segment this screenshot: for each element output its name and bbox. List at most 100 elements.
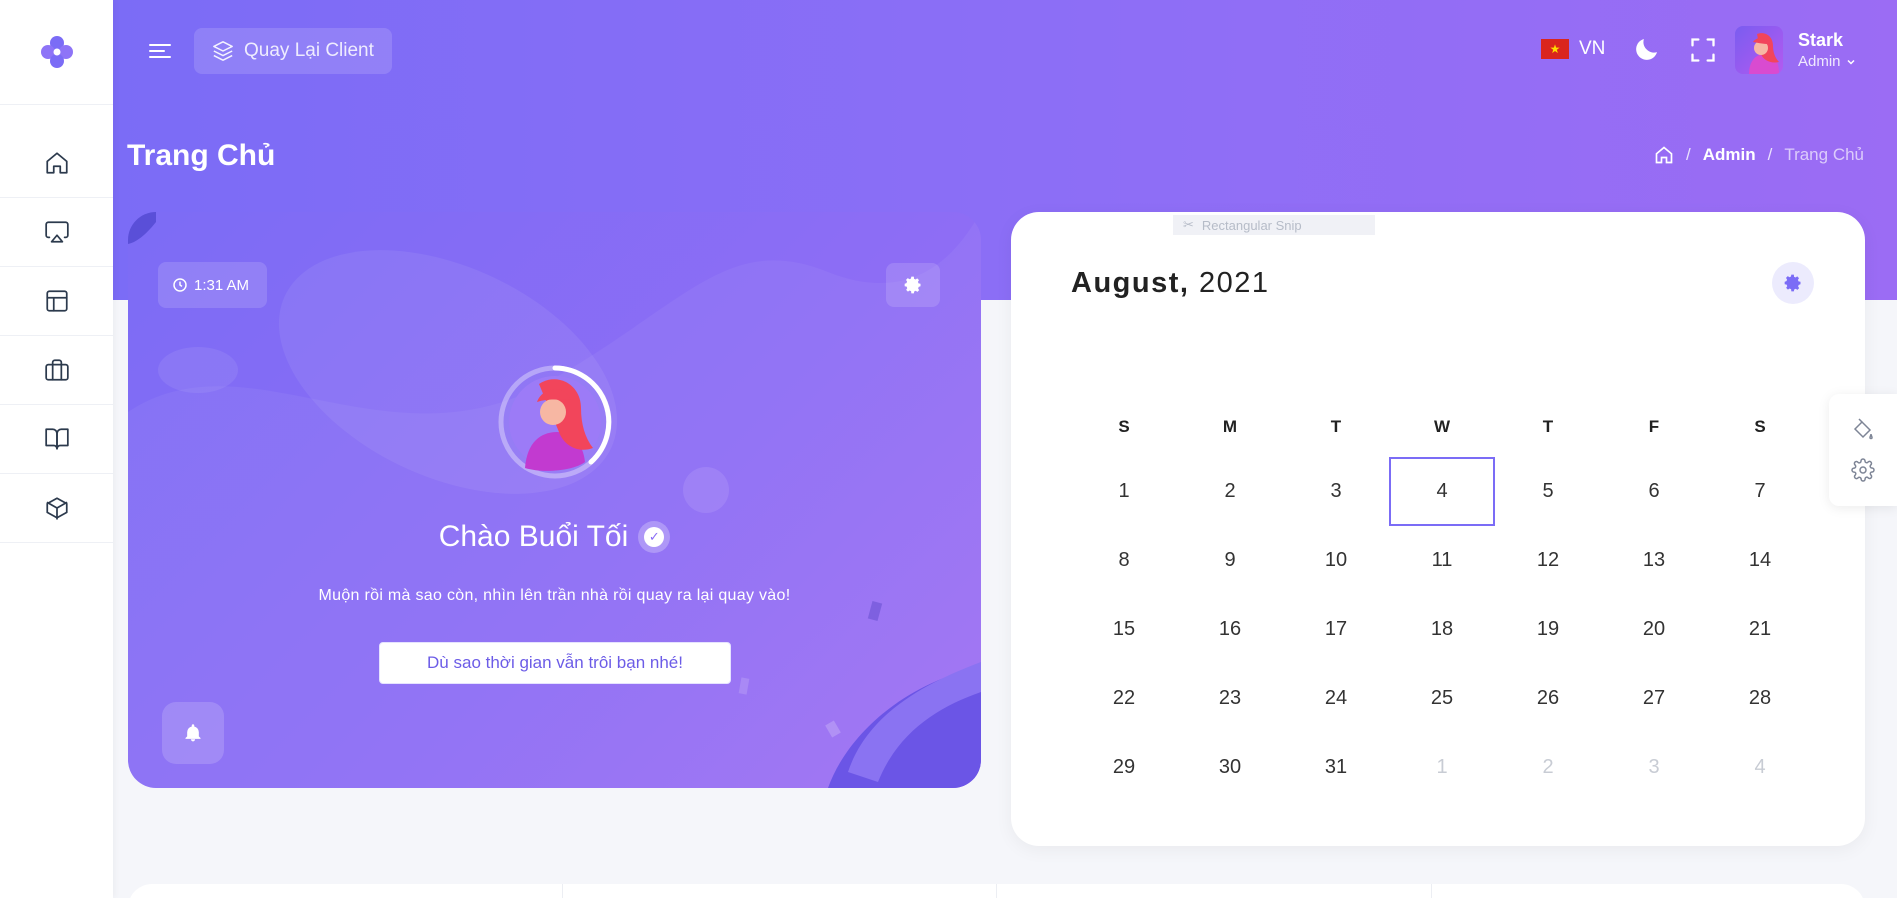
calendar-day[interactable]: 8: [1071, 526, 1177, 595]
calendar-day[interactable]: 4: [1707, 733, 1813, 802]
greeting-action-button[interactable]: Dù sao thời gian vẫn trôi bạn nhé!: [379, 642, 731, 684]
calendar-day[interactable]: 3: [1283, 457, 1389, 526]
calendar-day-number: 14: [1748, 549, 1772, 571]
calendar-day[interactable]: 5: [1495, 457, 1601, 526]
calendar-day[interactable]: 28: [1707, 664, 1813, 733]
user-menu[interactable]: Stark Admin: [1798, 30, 1857, 70]
calendar-day[interactable]: 20: [1601, 595, 1707, 664]
calendar-day[interactable]: 22: [1071, 664, 1177, 733]
stats-card: [997, 884, 1432, 898]
card-settings-button[interactable]: [886, 263, 940, 307]
calendar-year: 2021: [1199, 267, 1270, 299]
gear-icon: [1784, 274, 1801, 292]
calendar-day[interactable]: 2: [1495, 733, 1601, 802]
sidebar-item-layout[interactable]: [0, 267, 113, 336]
calendar-day-number: 31: [1324, 756, 1348, 778]
user-role-label: Admin: [1798, 53, 1841, 70]
gear-icon[interactable]: [1851, 458, 1875, 482]
calendar-day-number: 6: [1648, 480, 1660, 502]
back-to-client-label: Quay Lại Client: [244, 40, 374, 61]
time-chip: 1:31 AM: [158, 262, 268, 308]
sidebar-item-briefcase[interactable]: [0, 336, 113, 405]
calendar-settings-button[interactable]: [1772, 262, 1814, 304]
user-avatar[interactable]: [1735, 26, 1783, 74]
calendar-day-number: 27: [1642, 687, 1666, 709]
home-icon[interactable]: [1654, 145, 1674, 165]
snip-overlay: ✂ Rectangular Snip: [1173, 215, 1375, 235]
calendar-day-number: 2: [1542, 756, 1554, 778]
breadcrumb-separator: /: [1685, 145, 1691, 164]
breadcrumb-admin[interactable]: Admin: [1703, 145, 1756, 165]
clock-icon: [173, 278, 187, 292]
customizer-panel: [1829, 394, 1897, 506]
fullscreen-icon[interactable]: [1689, 36, 1717, 64]
calendar-day-number: 24: [1324, 687, 1348, 709]
paint-bucket-icon[interactable]: [1851, 418, 1875, 442]
calendar-day[interactable]: 7: [1707, 457, 1813, 526]
notification-button[interactable]: [162, 702, 224, 764]
calendar-day-number: 23: [1218, 687, 1242, 709]
calendar-day[interactable]: 31: [1283, 733, 1389, 802]
back-to-client-button[interactable]: Quay Lại Client: [194, 28, 392, 74]
breadcrumb-separator: /: [1767, 145, 1773, 164]
calendar-day[interactable]: 1: [1389, 733, 1495, 802]
box-icon: [45, 497, 68, 520]
calendar-day[interactable]: 6: [1601, 457, 1707, 526]
sidebar-nav: [0, 105, 113, 543]
calendar-day[interactable]: 26: [1495, 664, 1601, 733]
logo[interactable]: [0, 0, 113, 105]
calendar-day[interactable]: 13: [1601, 526, 1707, 595]
calendar-day-number: 4: [1389, 457, 1495, 526]
calendar-day[interactable]: 27: [1601, 664, 1707, 733]
calendar-day[interactable]: 19: [1495, 595, 1601, 664]
calendar-day[interactable]: 2: [1177, 457, 1283, 526]
calendar-day[interactable]: 10: [1283, 526, 1389, 595]
calendar-day[interactable]: 24: [1283, 664, 1389, 733]
sidebar-item-box[interactable]: [0, 474, 113, 543]
calendar-day-number: 19: [1536, 618, 1560, 640]
sidebar-item-book[interactable]: [0, 405, 113, 474]
page-title: Trang Chủ: [127, 139, 276, 172]
bell-icon: [185, 724, 201, 742]
greeting-card: 1:31 AM Chào Buổi Tối ✓ Muộn rồi mà sao …: [128, 212, 981, 788]
weekday-header: S: [1754, 417, 1766, 436]
calendar-day-number: 28: [1748, 687, 1772, 709]
calendar-day[interactable]: 29: [1071, 733, 1177, 802]
calendar-day[interactable]: 11: [1389, 526, 1495, 595]
calendar-day[interactable]: 25: [1389, 664, 1495, 733]
sidebar-item-home[interactable]: [0, 129, 113, 198]
home-icon: [45, 152, 68, 174]
calendar-day[interactable]: 17: [1283, 595, 1389, 664]
language-selector[interactable]: ★ VN: [1541, 38, 1605, 60]
calendar-day-number: 4: [1754, 756, 1766, 778]
menu-toggle-button[interactable]: [149, 38, 175, 64]
calendar-day[interactable]: 30: [1177, 733, 1283, 802]
calendar-day-number: 7: [1754, 480, 1766, 502]
calendar-day-number: 3: [1330, 480, 1342, 502]
moon-icon[interactable]: [1632, 34, 1662, 64]
avatar-illustration: [1749, 33, 1779, 74]
greeting-subtitle: Muộn rồi mà sao còn, nhìn lên trần nhà r…: [318, 587, 791, 604]
calendar-day[interactable]: 23: [1177, 664, 1283, 733]
user-role: Admin: [1798, 53, 1857, 70]
weekday-header: F: [1648, 417, 1660, 436]
layout-icon: [45, 290, 68, 312]
calendar-day[interactable]: 21: [1707, 595, 1813, 664]
calendar-day-number: 17: [1324, 618, 1348, 640]
calendar-day[interactable]: 3: [1601, 733, 1707, 802]
calendar-day[interactable]: 14: [1707, 526, 1813, 595]
sidebar-item-airplay[interactable]: [0, 198, 113, 267]
calendar-day-number: 22: [1112, 687, 1136, 709]
calendar-day[interactable]: 15: [1071, 595, 1177, 664]
menu-line: [149, 56, 171, 58]
calendar-day[interactable]: 9: [1177, 526, 1283, 595]
topbar: Quay Lại Client ★ VN Stark Admin: [113, 0, 1897, 100]
menu-line: [149, 44, 171, 46]
calendar-day[interactable]: 16: [1177, 595, 1283, 664]
calendar-day[interactable]: 12: [1495, 526, 1601, 595]
calendar-day[interactable]: 1: [1071, 457, 1177, 526]
calendar-day-today[interactable]: 4: [1389, 457, 1495, 526]
calendar-day[interactable]: 18: [1389, 595, 1495, 664]
calendar-day-number: 9: [1224, 549, 1236, 571]
calendar-day-number: 21: [1748, 618, 1772, 640]
